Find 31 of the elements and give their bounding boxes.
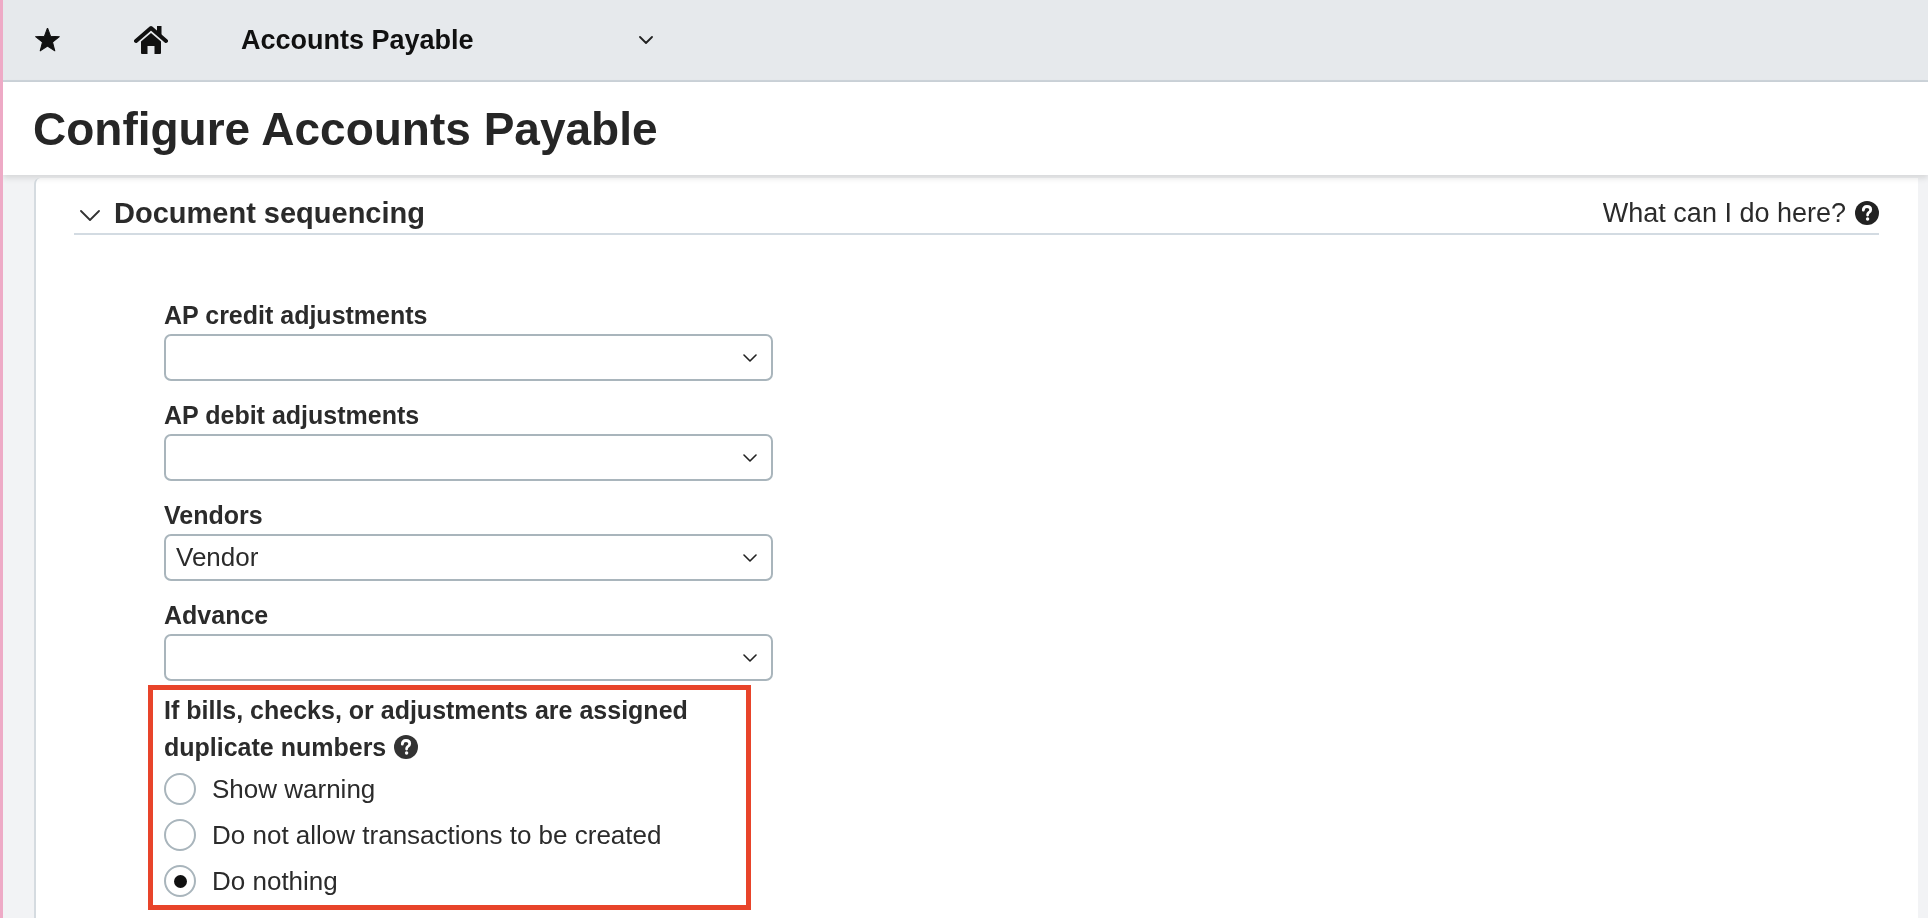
chevron-down-icon[interactable] [80, 209, 100, 221]
field-label: AP credit adjustments [164, 300, 429, 330]
home-button[interactable] [134, 25, 168, 55]
radio-button[interactable] [164, 819, 196, 851]
dropdown-field[interactable] [164, 434, 773, 481]
help-link[interactable]: What can I do here? [1602, 197, 1879, 229]
home-icon [134, 25, 168, 55]
dropdown-field[interactable]: Vendor [164, 534, 773, 581]
chevron-down-icon [743, 653, 757, 662]
page-title: Configure Accounts Payable [33, 101, 658, 157]
field-label: Vendors [164, 500, 264, 530]
chevron-down-icon [743, 553, 757, 562]
chevron-down-icon [639, 36, 653, 44]
radio-label[interactable]: Show warning [212, 773, 376, 805]
radio-button[interactable] [164, 773, 196, 805]
chevron-down-icon [743, 453, 757, 462]
section-title: Document sequencing [114, 196, 425, 230]
help-icon[interactable] [394, 735, 419, 759]
star-icon [35, 27, 60, 52]
field-label: Advance [164, 600, 270, 630]
chevron-down-icon [743, 353, 757, 362]
help-icon [1855, 201, 1879, 225]
question-label: If bills, checks, or adjustments are assigned duplicate numbers [164, 695, 689, 763]
field-label: AP debit adjustments [164, 400, 421, 430]
module-dropdown[interactable]: Accounts Payable [241, 20, 653, 60]
radio-label[interactable]: Do not allow transactions to be created [212, 819, 662, 851]
radio-button[interactable] [164, 865, 196, 897]
radio-label[interactable]: Do nothing [212, 865, 338, 897]
favorite-button[interactable] [35, 27, 60, 53]
dropdown-field[interactable] [164, 634, 773, 681]
dropdown-field[interactable] [164, 334, 773, 381]
